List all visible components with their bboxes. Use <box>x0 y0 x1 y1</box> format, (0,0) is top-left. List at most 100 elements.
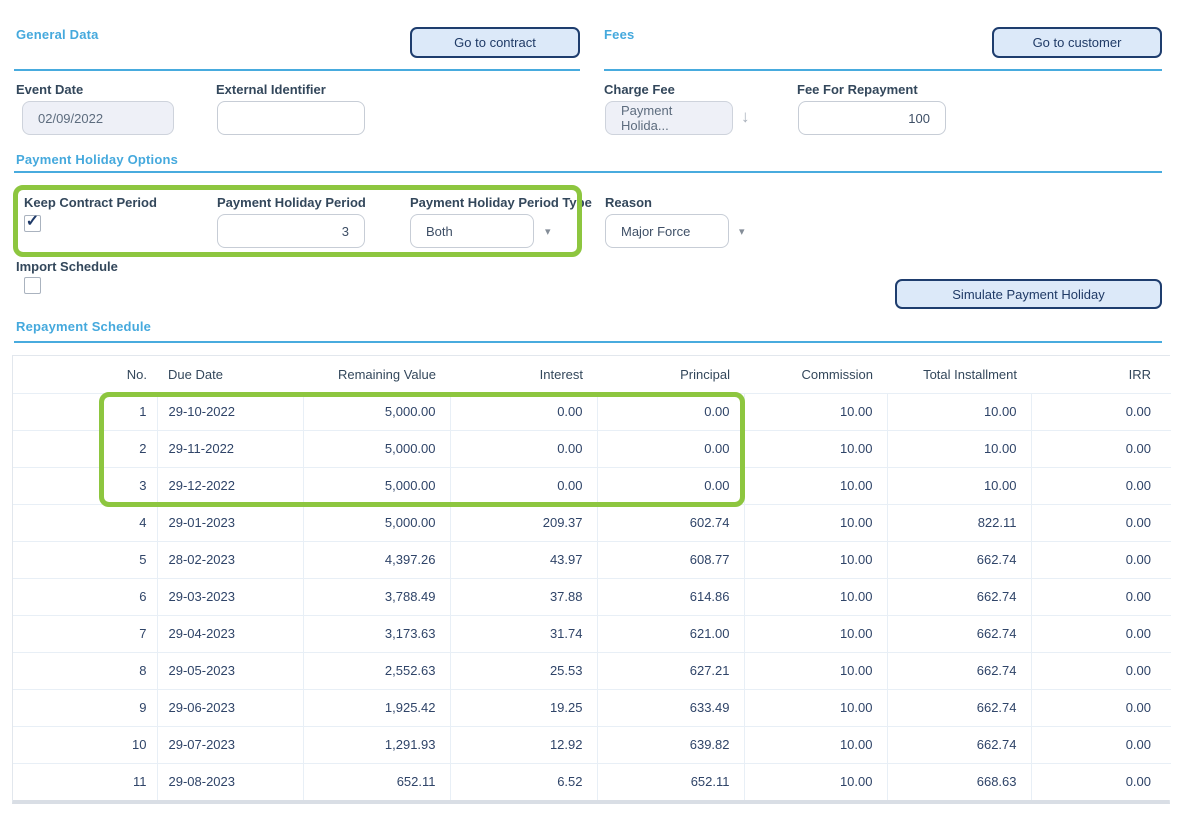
column-header-principal: Principal <box>597 356 744 393</box>
table-cell: 639.82 <box>597 726 744 763</box>
table-row[interactable]: 1129-08-2023652.116.52652.1110.00668.630… <box>13 763 1171 800</box>
payment-holiday-period-type-select[interactable]: Both <box>410 214 534 248</box>
column-header-total-installment: Total Installment <box>887 356 1031 393</box>
table-cell: 29-08-2023 <box>157 763 303 800</box>
table-cell: 4,397.26 <box>303 541 450 578</box>
table-row[interactable]: 1029-07-20231,291.9312.92639.8210.00662.… <box>13 726 1171 763</box>
table-cell: 12.92 <box>450 726 597 763</box>
fees-section-title: Fees <box>604 27 634 42</box>
table-cell: 3,788.49 <box>303 578 450 615</box>
charge-fee-select: Payment Holida... <box>605 101 733 135</box>
table-row[interactable]: 629-03-20233,788.4937.88614.8610.00662.7… <box>13 578 1171 615</box>
column-header-interest: Interest <box>450 356 597 393</box>
payment-holiday-divider <box>14 171 1162 173</box>
table-cell: 0.00 <box>1031 652 1171 689</box>
table-row[interactable]: 528-02-20234,397.2643.97608.7710.00662.7… <box>13 541 1171 578</box>
table-cell: 662.74 <box>887 652 1031 689</box>
table-cell: 11 <box>13 763 157 800</box>
charge-fee-value: Payment Holida... <box>621 103 717 133</box>
table-cell: 37.88 <box>450 578 597 615</box>
table-cell: 0.00 <box>450 393 597 430</box>
reason-select[interactable]: Major Force <box>605 214 729 248</box>
table-cell: 43.97 <box>450 541 597 578</box>
column-header-no: No. <box>13 356 157 393</box>
table-cell: 0.00 <box>1031 689 1171 726</box>
repayment-schedule-table: No.Due DateRemaining ValueInterestPrinci… <box>12 355 1170 804</box>
table-cell: 662.74 <box>887 541 1031 578</box>
table-cell: 6.52 <box>450 763 597 800</box>
fee-for-repayment-label: Fee For Repayment <box>797 82 918 97</box>
table-row[interactable]: 429-01-20235,000.00209.37602.7410.00822.… <box>13 504 1171 541</box>
table-cell: 2 <box>13 430 157 467</box>
table-row[interactable]: 729-04-20233,173.6331.74621.0010.00662.7… <box>13 615 1171 652</box>
fees-divider <box>604 69 1162 71</box>
table-row[interactable]: 929-06-20231,925.4219.25633.4910.00662.7… <box>13 689 1171 726</box>
table-cell: 627.21 <box>597 652 744 689</box>
import-schedule-checkbox[interactable]: ✓ <box>24 277 41 294</box>
table-cell: 3,173.63 <box>303 615 450 652</box>
table-row[interactable]: 329-12-20225,000.000.000.0010.0010.000.0… <box>13 467 1171 504</box>
table-row[interactable]: 229-11-20225,000.000.000.0010.0010.000.0… <box>13 430 1171 467</box>
table-cell: 0.00 <box>1031 763 1171 800</box>
table-cell: 10.00 <box>744 504 887 541</box>
column-header-due-date: Due Date <box>157 356 303 393</box>
table-cell: 28-02-2023 <box>157 541 303 578</box>
table-cell: 602.74 <box>597 504 744 541</box>
table-cell: 0.00 <box>1031 578 1171 615</box>
simulate-payment-holiday-label: Simulate Payment Holiday <box>952 287 1104 302</box>
period-type-caret-icon[interactable]: ▾ <box>545 225 551 238</box>
keep-contract-period-checkbox[interactable]: ✓ <box>24 215 41 232</box>
charge-fee-label: Charge Fee <box>604 82 675 97</box>
table-cell: 1,925.42 <box>303 689 450 726</box>
table-cell: 0.00 <box>597 393 744 430</box>
payment-holiday-period-type-label: Payment Holiday Period Type <box>410 195 592 210</box>
table-cell: 5,000.00 <box>303 430 450 467</box>
table-cell: 10.00 <box>887 393 1031 430</box>
repayment-schedule-divider <box>14 341 1162 343</box>
table-cell: 0.00 <box>1031 541 1171 578</box>
table-cell: 5 <box>13 541 157 578</box>
checkmark-icon: ✓ <box>26 214 39 230</box>
table-cell: 608.77 <box>597 541 744 578</box>
table-cell: 19.25 <box>450 689 597 726</box>
table-cell: 10.00 <box>744 652 887 689</box>
table-cell: 0.00 <box>1031 726 1171 763</box>
general-data-divider <box>14 69 580 71</box>
table-cell: 29-11-2022 <box>157 430 303 467</box>
column-header-commission: Commission <box>744 356 887 393</box>
table-cell: 29-01-2023 <box>157 504 303 541</box>
go-to-customer-label: Go to customer <box>1033 35 1122 50</box>
payment-holiday-page: General Data Go to contract Fees Go to c… <box>0 0 1182 821</box>
table-cell: 10.00 <box>744 578 887 615</box>
table-cell: 5,000.00 <box>303 467 450 504</box>
fee-for-repayment-input[interactable] <box>798 101 946 135</box>
table-cell: 29-10-2022 <box>157 393 303 430</box>
table-cell: 614.86 <box>597 578 744 615</box>
table-cell: 662.74 <box>887 578 1031 615</box>
go-to-contract-button[interactable]: Go to contract <box>410 27 580 58</box>
table-cell: 0.00 <box>450 430 597 467</box>
simulate-payment-holiday-button[interactable]: Simulate Payment Holiday <box>895 279 1162 309</box>
table-cell: 5,000.00 <box>303 393 450 430</box>
go-to-customer-button[interactable]: Go to customer <box>992 27 1162 58</box>
table-cell: 0.00 <box>1031 615 1171 652</box>
reason-caret-icon[interactable]: ▾ <box>739 225 745 238</box>
table-cell: 10.00 <box>744 393 887 430</box>
table-cell: 0.00 <box>1031 393 1171 430</box>
event-date-value: 02/09/2022 <box>38 111 103 126</box>
table-row[interactable]: 829-05-20232,552.6325.53627.2110.00662.7… <box>13 652 1171 689</box>
table-cell: 621.00 <box>597 615 744 652</box>
table-cell: 10.00 <box>887 430 1031 467</box>
table-row[interactable]: 129-10-20225,000.000.000.0010.0010.000.0… <box>13 393 1171 430</box>
table-cell: 9 <box>13 689 157 726</box>
table-cell: 662.74 <box>887 726 1031 763</box>
table-cell: 10.00 <box>744 763 887 800</box>
table-cell: 10.00 <box>744 615 887 652</box>
payment-holiday-period-input[interactable] <box>217 214 365 248</box>
external-identifier-input[interactable] <box>217 101 365 135</box>
table-cell: 0.00 <box>1031 430 1171 467</box>
reason-label: Reason <box>605 195 652 210</box>
period-type-value: Both <box>426 224 453 239</box>
table-cell: 209.37 <box>450 504 597 541</box>
table-cell: 1,291.93 <box>303 726 450 763</box>
